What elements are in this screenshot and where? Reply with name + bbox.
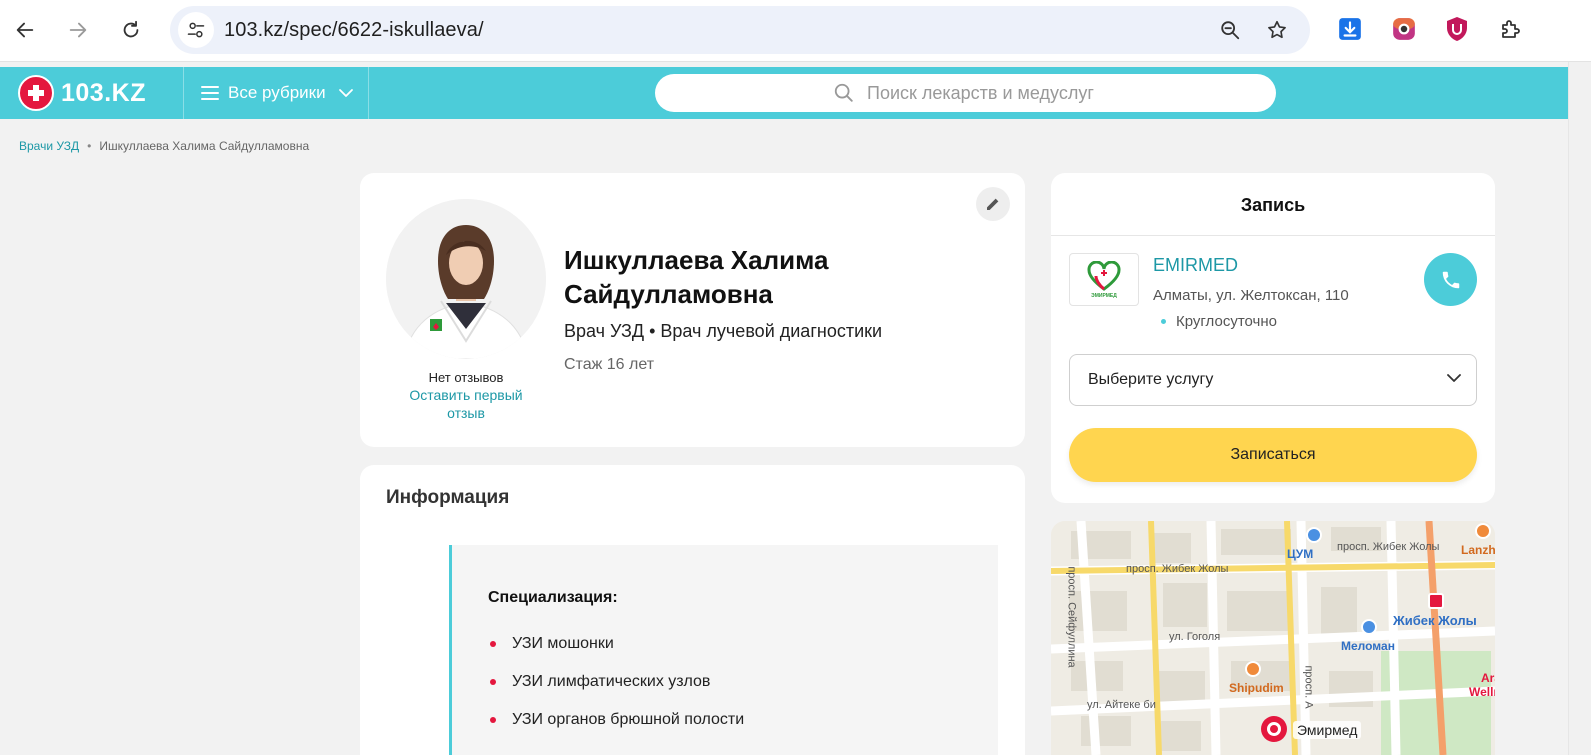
doctor-specialties: Врач УЗД • Врач лучевой диагностики <box>564 321 883 341</box>
poi-label: Меломан <box>1341 639 1395 653</box>
edit-profile-button[interactable] <box>976 187 1010 221</box>
poi-label: Wellne <box>1469 685 1495 699</box>
breadcrumb-link-uzd-doctors[interactable]: Врачи УЗД <box>19 139 79 153</box>
service-select-value: Выберите услугу <box>1088 371 1214 388</box>
service-select[interactable]: Выберите услугу <box>1069 354 1477 406</box>
camera-extension[interactable] <box>1390 15 1418 43</box>
shield-extension[interactable] <box>1443 15 1471 43</box>
medical-cross-icon <box>18 75 54 111</box>
clinic-location-marker-icon[interactable] <box>1261 716 1287 742</box>
puzzle-icon <box>1502 20 1520 38</box>
breadcrumb: Врачи УЗД • Ишкуллаева Халима Сайдулламо… <box>19 139 309 153</box>
all-rubrics-menu[interactable]: Все рубрики <box>200 81 354 105</box>
list-item: УЗИ органов брюшной полости <box>488 711 744 749</box>
poi-label: Shipudim <box>1229 681 1284 695</box>
clinic-name-link[interactable]: EMIRMED <box>1153 255 1238 276</box>
hamburger-icon <box>201 86 219 100</box>
map-street-label: ул. Айтеке би <box>1087 699 1156 711</box>
logo-text: 103.KZ <box>61 78 146 107</box>
map-street-label: просп. Жибек Жолы <box>1337 541 1440 553</box>
bullet-icon <box>490 679 496 685</box>
bookmark-button[interactable] <box>1265 18 1289 42</box>
site-header: 103.KZ Все рубрики <box>0 67 1568 119</box>
download-extension[interactable] <box>1336 15 1364 43</box>
zoom-button[interactable] <box>1218 18 1242 42</box>
metro-icon[interactable] <box>1428 593 1444 609</box>
clinic-logo-label: ЭМИРМЕД <box>1091 292 1117 299</box>
map-street-label: просп. Сейфуллина <box>1065 566 1078 668</box>
bullet-icon <box>490 641 496 647</box>
information-title: Информация <box>386 487 510 508</box>
doctor-avatar <box>386 199 546 359</box>
reload-button[interactable] <box>117 13 145 47</box>
search-bar <box>655 74 1276 112</box>
poi-restaurant-icon[interactable] <box>1475 523 1491 539</box>
clinic-marker-label: Эмирмед <box>1293 721 1362 739</box>
status-dot-icon <box>1161 319 1166 324</box>
specialization-list: УЗИ мошонки УЗИ лимфатических узлов УЗИ … <box>488 635 744 749</box>
doctor-experience: Стаж 16 лет <box>564 356 655 373</box>
forward-arrow-icon <box>69 22 87 38</box>
camera-icon <box>1393 18 1415 40</box>
poi-shop-icon[interactable] <box>1361 619 1377 635</box>
reviews-status: Нет отзывов <box>428 370 504 385</box>
poi-shop-icon[interactable] <box>1306 527 1322 543</box>
site-logo[interactable]: 103.KZ <box>18 74 146 112</box>
chevron-down-icon <box>1447 374 1461 382</box>
poi-label: Lanzho <box>1461 543 1495 557</box>
booking-card: Запись ЭМИРМЕД EMIRMED Алматы, ул. Желто… <box>1051 173 1495 503</box>
booking-divider <box>1051 235 1495 236</box>
pencil-icon <box>987 198 999 210</box>
back-button[interactable] <box>11 13 39 47</box>
browser-toolbar: 103.kz/spec/6622-iskullaeva/ <box>0 0 1591 62</box>
list-item: УЗИ мошонки <box>488 635 744 673</box>
map-street-label: просп. Жибек Жолы <box>1126 563 1229 575</box>
search-input[interactable] <box>867 81 1257 105</box>
doctor-profile-card: Нет отзывов Оставить первый отзыв Ишкулл… <box>360 173 1025 447</box>
page-scrollbar[interactable] <box>1568 62 1591 755</box>
leave-first-review-link[interactable]: Оставить первый отзыв <box>400 386 532 422</box>
poi-restaurant-icon[interactable] <box>1245 661 1261 677</box>
breadcrumb-separator: • <box>87 139 92 153</box>
site-info-button[interactable] <box>178 12 214 48</box>
poi-label: ЦУМ <box>1287 547 1314 561</box>
breadcrumb-current: Ишкуллаева Халима Сайдулламовна <box>99 139 310 153</box>
zoom-icon <box>1221 21 1240 40</box>
book-appointment-button[interactable]: Записаться <box>1069 428 1477 482</box>
clinic-map[interactable]: просп. Жибек Жолы просп. Жибек Жолы прос… <box>1051 521 1495 755</box>
header-divider <box>368 67 369 119</box>
heart-logo-icon <box>1087 260 1121 291</box>
information-card: Информация Специализация: УЗИ мошонки УЗ… <box>360 465 1025 755</box>
extensions-button[interactable] <box>1497 15 1525 43</box>
star-icon <box>1268 20 1286 39</box>
back-arrow-icon <box>16 22 34 38</box>
specialization-title: Специализация: <box>488 589 618 606</box>
poi-label: Жибек Жолы <box>1393 613 1477 628</box>
search-icon <box>834 83 853 102</box>
tune-icon <box>187 22 205 38</box>
header-divider <box>183 67 184 119</box>
call-button[interactable] <box>1424 253 1477 306</box>
rubrics-label: Все рубрики <box>228 83 326 102</box>
map-street-label: просп. А <box>1302 665 1315 709</box>
download-icon <box>1339 18 1361 40</box>
doctor-name: Ишкуллаева Халима Сайдулламовна <box>564 245 829 309</box>
chevron-down-icon <box>338 89 353 97</box>
address-bar[interactable]: 103.kz/spec/6622-iskullaeva/ <box>170 6 1310 54</box>
list-item: УЗИ лимфатических узлов <box>488 673 744 711</box>
bullet-icon <box>490 717 496 723</box>
booking-title: Запись <box>1240 195 1306 215</box>
shield-icon <box>1447 17 1467 41</box>
clinic-hours: Круглосуточно <box>1161 313 1277 330</box>
forward-button[interactable] <box>64 13 92 47</box>
clinic-logo[interactable]: ЭМИРМЕД <box>1069 253 1139 306</box>
clinic-address: Алматы, ул. Желтоксан, 110 <box>1153 287 1349 304</box>
reload-icon <box>123 20 139 38</box>
url-text[interactable]: 103.kz/spec/6622-iskullaeva/ <box>224 19 484 42</box>
specialization-box: Специализация: УЗИ мошонки УЗИ лимфатиче… <box>449 545 998 755</box>
phone-icon <box>1442 271 1459 288</box>
map-street-label: ул. Гоголя <box>1169 631 1221 643</box>
poi-label: Ara <box>1481 671 1495 685</box>
